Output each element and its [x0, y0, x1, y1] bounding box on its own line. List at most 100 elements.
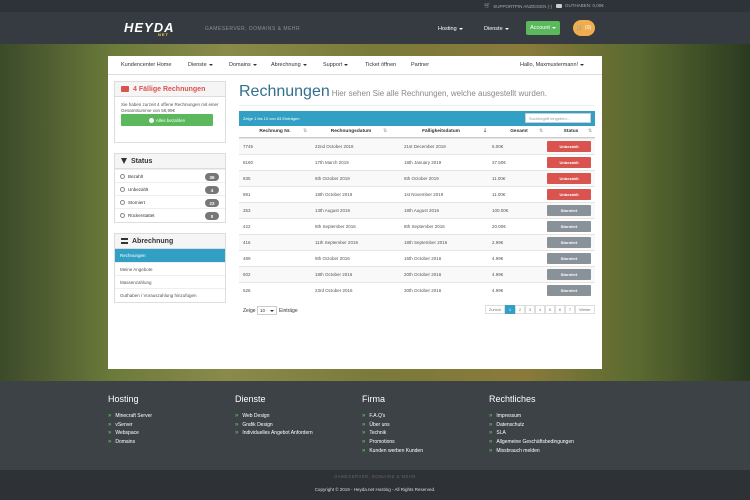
pagination-label: 5 — [548, 307, 552, 312]
status-filter-bezahlt[interactable]: Bezahlt 36 — [115, 169, 225, 182]
billing-item-massenzahlung[interactable]: Massenzahlung — [115, 275, 225, 288]
support-pin-link[interactable]: 🛒 SUPPORTPIN ANZEIGEN (-) — [484, 3, 552, 9]
footer-link[interactable]: » Über uns — [362, 421, 423, 430]
footer-link[interactable]: » Datenschutz — [489, 421, 574, 430]
pagination-prev[interactable]: Zurück — [485, 305, 505, 314]
footer-link[interactable]: » Minecraft Server — [108, 412, 152, 421]
nav-support-menu[interactable]: Support — [323, 62, 349, 68]
footer-link[interactable]: » Webspace — [108, 429, 152, 438]
status-filter-storniert[interactable]: Storniert 23 — [115, 195, 225, 208]
footer-link[interactable]: » Domains — [108, 438, 152, 447]
footer-link[interactable]: » Allgemeine Geschäftsbedingungen — [489, 438, 574, 447]
footer-link[interactable]: » Kunden werben Kunden — [362, 446, 423, 455]
logo[interactable]: HEYDA NET — [124, 20, 175, 37]
status-filter-rueckerstattet[interactable]: Rückerstattet 0 — [115, 208, 225, 221]
footer-link[interactable]: » SLA — [489, 429, 574, 438]
footer-link[interactable]: » Promotions — [362, 438, 423, 447]
col-header-date[interactable]: Rechnungsdatum ⇅ — [311, 126, 391, 138]
pagination-page-1[interactable]: 1 — [505, 305, 515, 314]
credit-link[interactable]: GUTHABEN: 0,00€ — [556, 3, 604, 8]
status-filter-unbezahlt[interactable]: Unbezahlt 4 — [115, 182, 225, 195]
credit-label: GUTHABEN: 0,00€ — [565, 3, 604, 8]
table-footer: Zeige 10 Einträge Zurück 1 2 3 4 5 6 7 W… — [239, 305, 595, 317]
footer-link[interactable]: » Web Design — [235, 412, 313, 421]
pagination-label: 2 — [518, 307, 522, 312]
table-row[interactable]: 8160 17th March 2019 18th January 2019 37.5… — [239, 154, 595, 170]
footer-link[interactable]: » Impressum — [489, 412, 574, 421]
cell-nr: 416 — [243, 240, 251, 245]
double-chevron-icon: » — [362, 430, 366, 437]
footer-link[interactable]: » Grafik Design — [235, 421, 313, 430]
account-button[interactable]: Account — [526, 21, 560, 35]
cell-due: 16th October 2016 — [404, 256, 442, 261]
table-row[interactable]: 422 8th September 2016 8th September 2016 2… — [239, 218, 595, 234]
nav-ticket-oeffnen[interactable]: Ticket öffnen — [365, 62, 396, 68]
cell-due: 21st December 2018 — [404, 144, 446, 149]
footer-link[interactable]: » vServer — [108, 421, 152, 430]
cell-nr: 502 — [243, 272, 251, 277]
billing-item-label: Guthaben / Vorauszahlung hinzufügen — [120, 292, 197, 298]
pay-all-button[interactable]: Alles bezahlen — [121, 114, 213, 126]
double-chevron-icon: » — [362, 447, 366, 454]
nav-kundencenter-home[interactable]: Kundencenter Home — [121, 62, 171, 68]
footer-link[interactable]: » Technik — [362, 429, 423, 438]
nav-dienste-menu[interactable]: Dienste — [188, 62, 213, 68]
caret-down-icon — [551, 27, 556, 29]
table-row[interactable]: 526 23rd October 2016 30th October 2016 4.9… — [239, 282, 595, 298]
invoice-table: Zeige 1 bis 10 von 63 Einträgen Suchbegr… — [239, 111, 595, 361]
cart-button[interactable]: 🛒 (0) — [573, 20, 595, 36]
table-row[interactable]: 416 11th September 2016 18th September 201… — [239, 234, 595, 250]
col-header-label: Rechnung Nr. — [259, 129, 291, 134]
footer-link-label: Impressum — [496, 413, 522, 420]
nav-abrechnung-menu[interactable]: Abrechnung — [271, 62, 307, 68]
status-title: Status — [131, 157, 153, 165]
table-search-input[interactable]: Suchbegriff eingeben... — [525, 113, 591, 123]
pagination-page-3[interactable]: 3 — [525, 305, 535, 314]
col-header-nr[interactable]: Rechnung Nr. ⇅ — [239, 126, 311, 138]
footer-link[interactable]: » F.A.Q's — [362, 412, 423, 421]
status-badge: Unbezahlt — [547, 157, 591, 168]
entries-per-page-select[interactable]: 10 — [257, 306, 277, 315]
col-header-status[interactable]: Status ⇅ — [547, 126, 595, 138]
footer-link-label: Domains — [115, 439, 136, 446]
footer-link-label: Promotions — [369, 439, 395, 446]
table-row[interactable]: 891 18th October 2019 1st November 2019 11.… — [239, 186, 595, 202]
billing-item-rechnungen[interactable]: Rechnungen — [115, 249, 225, 262]
cell-due: 18th September 2016 — [404, 240, 448, 245]
nav-partner[interactable]: Partner — [411, 62, 429, 68]
pagination-page-6[interactable]: 6 — [555, 305, 565, 314]
pagination-next[interactable]: Weiter — [575, 305, 595, 314]
nav-dienste[interactable]: Dienste — [484, 26, 509, 32]
status-badge: Unbezahlt — [547, 189, 591, 200]
table-row[interactable]: 353 13th August 2016 18th August 2016 100.0… — [239, 202, 595, 218]
pagination-page-7[interactable]: 7 — [565, 305, 575, 314]
status-count-badge: 0 — [205, 212, 219, 220]
pagination-page-5[interactable]: 5 — [545, 305, 555, 314]
footer-link[interactable]: » Individuelles Angebot Anfordern — [235, 429, 313, 438]
double-chevron-icon: » — [489, 413, 493, 420]
col-header-total[interactable]: Gesamt ⇅ — [491, 126, 547, 138]
length-label-pre: Zeige — [243, 308, 256, 314]
table-row[interactable]: 502 18th October 2016 20th October 2016 4.9… — [239, 266, 595, 282]
status-badge: Storniert — [547, 285, 591, 296]
pagination-page-4[interactable]: 4 — [535, 305, 545, 314]
support-pin-label: SUPPORTPIN ANZEIGEN (-) — [493, 3, 553, 9]
cell-total: 4.99€ — [492, 272, 504, 277]
pagination-label: 7 — [568, 307, 572, 312]
user-menu[interactable]: Hallo, Maxmustermann! — [520, 62, 585, 68]
footer-link[interactable]: » Missbrauch melden — [489, 446, 574, 455]
table-row[interactable]: 835 6th October 2019 6th October 2019 11.00… — [239, 170, 595, 186]
table-row[interactable]: 489 9th October 2016 16th October 2016 4.99… — [239, 250, 595, 266]
nav-hosting[interactable]: Hosting — [438, 26, 463, 32]
cell-date: 6th October 2019 — [315, 176, 350, 181]
double-chevron-icon: » — [489, 421, 493, 428]
pagination-page-2[interactable]: 2 — [515, 305, 525, 314]
billing-item-guthaben[interactable]: Guthaben / Vorauszahlung hinzufügen — [115, 288, 225, 301]
footer-bottom: GAMESERVER, DOMAINS & MEHR Copyright © 2… — [0, 470, 750, 500]
table-row[interactable]: 7745 22nd October 2018 21st December 2018 5… — [239, 138, 595, 154]
col-header-due[interactable]: Fälligkeitsdatum ⇣ — [391, 126, 491, 138]
radio-icon — [120, 199, 125, 205]
nav-domains-menu[interactable]: Domains — [229, 62, 257, 68]
billing-item-angebote[interactable]: Meine Angebote — [115, 262, 225, 275]
entries-value: 10 — [260, 308, 266, 313]
